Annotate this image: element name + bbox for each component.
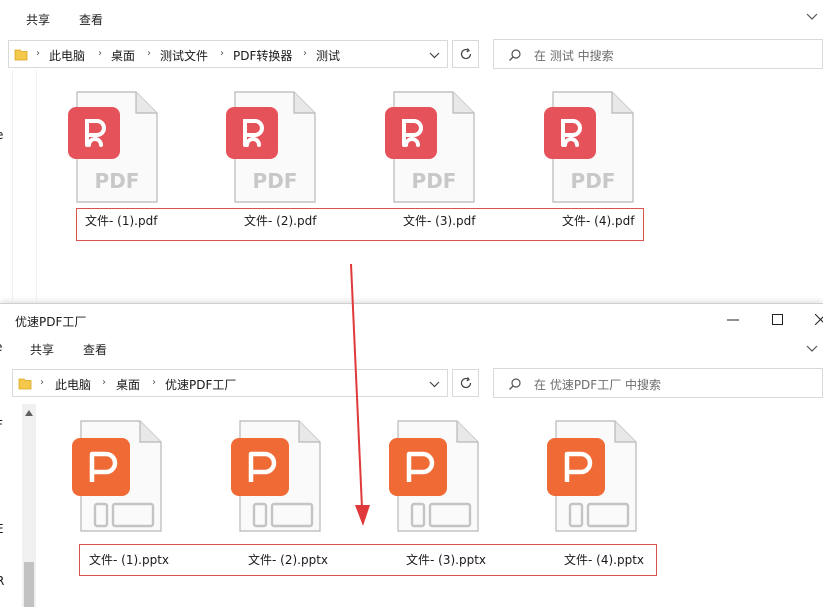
chevron-down-icon[interactable] (429, 52, 440, 59)
search-box[interactable]: 在 优速PDF工厂 中搜索 (493, 368, 823, 398)
file-item-pptx[interactable] (66, 420, 162, 540)
navigation-pane[interactable]: F E R (0, 404, 12, 607)
search-placeholder[interactable]: 在 测试 中搜索 (534, 47, 614, 64)
pptx-app-icon (389, 438, 447, 496)
pdf-app-icon (68, 107, 120, 159)
explorer-window-test: 共享 查看 › 此电脑 › 桌面 › 测试文件 › PDF转换器 › 测试 在 … (0, 0, 823, 300)
file-name[interactable]: 文件- (2).pptx (248, 551, 328, 568)
file-item-pdf[interactable]: PDF (379, 91, 475, 211)
file-name[interactable]: 文件- (2).pdf (244, 212, 316, 229)
file-item-pdf[interactable]: PDF (538, 91, 634, 211)
highlight-box (76, 208, 644, 241)
pdf-app-icon (385, 107, 437, 159)
folder-icon (18, 378, 32, 390)
pptx-app-icon (72, 438, 130, 496)
search-icon (509, 378, 521, 390)
nav-item-fragment[interactable]: R (0, 574, 4, 588)
breadcrumb-item[interactable]: 测试 (316, 47, 340, 64)
explorer-window-youSu: 优速PDF工厂 e 共享 查看 › 此电脑 › 桌面 › 优速PDF工厂 在 优… (0, 303, 823, 607)
pdf-app-icon (544, 107, 596, 159)
nav-item-fragment[interactable]: F (0, 418, 3, 432)
breadcrumb-item[interactable]: PDF转换器 (233, 47, 292, 64)
search-placeholder[interactable]: 在 优速PDF工厂 中搜索 (534, 376, 661, 393)
breadcrumb-item[interactable]: 测试文件 (160, 47, 208, 64)
refresh-icon (460, 377, 472, 389)
ribbon-fragment: e (0, 340, 2, 354)
pptx-app-icon (231, 438, 289, 496)
folder-icon (14, 49, 28, 61)
pptx-app-icon (547, 438, 605, 496)
file-item-pdf[interactable]: PDF (220, 91, 316, 211)
search-box[interactable]: 在 测试 中搜索 (493, 39, 823, 69)
file-name[interactable]: 文件- (1).pdf (85, 212, 157, 229)
address-bar[interactable]: › 此电脑 › 桌面 › 测试文件 › PDF转换器 › 测试 (8, 40, 448, 68)
file-name[interactable]: 文件- (3).pdf (403, 212, 475, 229)
svg-text:PDF: PDF (253, 169, 298, 193)
breadcrumb-item[interactable]: 桌面 (116, 376, 140, 393)
breadcrumb-item[interactable]: 桌面 (111, 47, 135, 64)
ribbon-tab-share[interactable]: 共享 (30, 341, 54, 358)
navigation-pane[interactable]: e (0, 70, 13, 300)
file-item-pptx[interactable] (225, 420, 321, 540)
file-name[interactable]: 文件- (3).pptx (406, 551, 486, 568)
window-title: 优速PDF工厂 (15, 315, 87, 329)
ribbon-tab-view[interactable]: 查看 (79, 11, 103, 28)
chevron-down-icon[interactable] (429, 381, 440, 388)
red-arrow-icon (350, 263, 370, 526)
scroll-up-icon[interactable] (25, 410, 33, 416)
chevron-down-icon[interactable] (806, 345, 818, 353)
ribbon-tab-view[interactable]: 查看 (83, 341, 107, 358)
file-name[interactable]: 文件- (1).pptx (89, 551, 169, 568)
minimize-icon[interactable] (727, 319, 739, 321)
svg-text:PDF: PDF (571, 169, 616, 193)
svg-text:PDF: PDF (95, 169, 140, 193)
file-item-pdf[interactable]: PDF (62, 91, 158, 211)
svg-text:PDF: PDF (412, 169, 457, 193)
breadcrumb-item[interactable]: 优速PDF工厂 (165, 376, 236, 393)
refresh-button[interactable] (452, 40, 479, 68)
address-bar[interactable]: › 此电脑 › 桌面 › 优速PDF工厂 (12, 369, 448, 397)
breadcrumb-item[interactable]: 此电脑 (55, 376, 91, 393)
file-item-pptx[interactable] (383, 420, 479, 540)
search-icon (509, 49, 521, 61)
nav-item-fragment[interactable]: e (0, 128, 3, 142)
pdf-app-icon (226, 107, 278, 159)
file-name[interactable]: 文件- (4).pptx (564, 551, 644, 568)
file-item-pptx[interactable] (541, 420, 637, 540)
file-name[interactable]: 文件- (4).pdf (562, 212, 634, 229)
breadcrumb-item[interactable]: 此电脑 (49, 47, 85, 64)
nav-item-fragment[interactable]: E (0, 522, 4, 536)
scrollbar-thumb[interactable] (24, 562, 34, 607)
sidebar-scrollbar[interactable] (22, 404, 36, 607)
maximize-icon[interactable] (772, 314, 783, 325)
refresh-button[interactable] (452, 369, 479, 397)
ribbon-tab-share[interactable]: 共享 (26, 11, 50, 28)
refresh-icon (460, 48, 472, 60)
chevron-down-icon[interactable] (806, 13, 818, 21)
close-icon[interactable] (815, 314, 823, 325)
